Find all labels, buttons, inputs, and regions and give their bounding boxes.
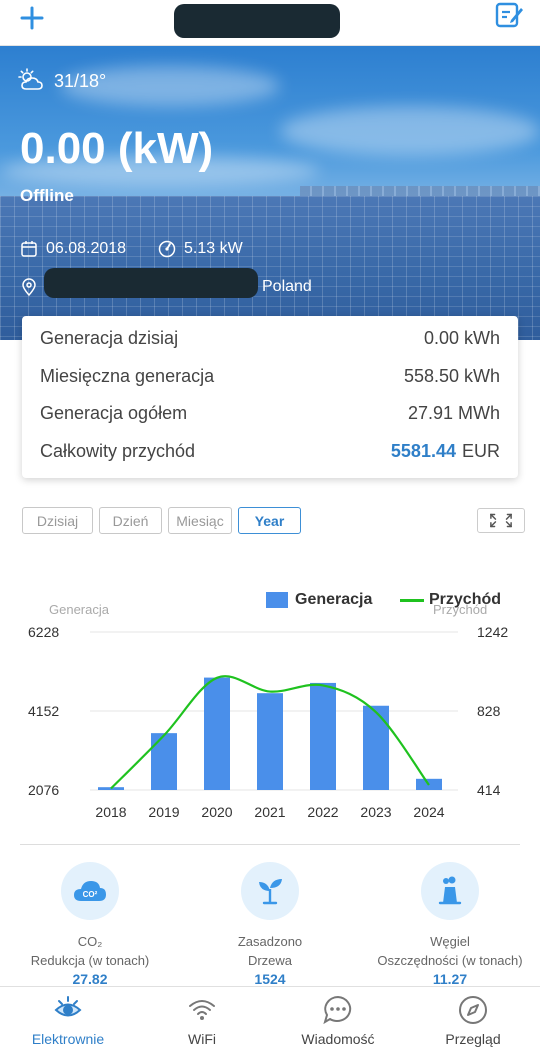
tab-today[interactable]: Dzisiaj [22, 507, 93, 534]
bar-2019 [151, 733, 177, 790]
location [20, 278, 38, 296]
redacted-address [44, 268, 258, 298]
tab-day[interactable]: Dzień [99, 507, 162, 534]
install-date-text: 06.08.2018 [46, 240, 127, 257]
country: Poland [262, 278, 312, 295]
location-pin-icon [22, 278, 36, 296]
eco-co2: CO² CO₂ Redukcja (w tonach) 27.82 [0, 862, 180, 988]
eco-trees: Zasadzono Drzewa 1524 [180, 862, 360, 988]
nav-label: Wiadomość [301, 1031, 375, 1047]
eco-coal: Węgiel Oszczędności (w tonach) 11.27 [360, 862, 540, 988]
message-icon [323, 995, 352, 1025]
fullscreen-icon[interactable] [477, 508, 525, 533]
summary-row-month: Miesięczna generacja 558.50 kWh [40, 358, 500, 396]
period-tabs: Dzisiaj Dzień Miesiąc Year [22, 507, 307, 534]
nav-label: Przegląd [445, 1031, 501, 1047]
nav-label: Elektrownie [31, 1031, 105, 1047]
compass-icon [459, 996, 487, 1024]
current-power: 0.00 (kW) [20, 124, 214, 173]
eco-label-line1: CO₂ [77, 934, 103, 949]
weather-temp: 31/18° [54, 70, 107, 91]
summary-row-revenue: Całkowity przychód 5581.44 EUR [40, 433, 500, 471]
installed-capacity-text: 5.13 kW [184, 240, 243, 257]
bottom-navigation: Elektrownie WiFi Wiadomość Przegląd [0, 986, 540, 1051]
power-plant-icon [438, 876, 462, 905]
installed-capacity: 5.13 kW [158, 240, 243, 258]
summary-label: Całkowity przychód [40, 440, 196, 461]
top-bar [0, 0, 540, 46]
generation-summary-card: Generacja dzisiaj 0.00 kWh Miesięczna ge… [22, 316, 518, 478]
eco-label-line1: Węgiel [430, 934, 470, 949]
partly-cloudy-icon [18, 68, 43, 90]
bar-2022 [310, 682, 336, 790]
summary-label: Generacja ogółem [40, 403, 188, 424]
trees-circle [241, 862, 299, 920]
eco-label-line2: Redukcja (w tonach) [30, 953, 150, 968]
eco-label-line2: Drzewa [247, 953, 293, 968]
y-tick-left: 4152 [28, 703, 59, 719]
revenue-value-group: 5581.44 EUR [391, 441, 500, 462]
nav-label: WiFi [188, 1031, 216, 1047]
svg-text:CO²: CO² [83, 890, 98, 899]
y-tick-right: 414 [477, 782, 501, 798]
wifi-icon [189, 1000, 215, 1020]
x-tick: 2024 [413, 804, 444, 820]
gauge-icon [158, 240, 176, 258]
x-tick: 2019 [148, 804, 179, 820]
summary-label: Miesięczna generacja [40, 365, 215, 386]
bar-2020 [204, 677, 230, 790]
x-tick: 2020 [201, 804, 232, 820]
plant-status: Offline [20, 186, 74, 205]
summary-row-total: Generacja ogółem 27.91 MWh [40, 395, 500, 433]
nav-overview[interactable]: Przegląd [418, 993, 528, 1047]
revenue-unit: EUR [461, 440, 500, 461]
nav-messages[interactable]: Wiadomość [283, 993, 393, 1047]
x-tick: 2021 [254, 804, 285, 820]
app-screen: 31/18° 0.00 (kW) Offline 06.08.2018 5.13… [0, 0, 540, 1051]
summary-value: 27.91 MWh [407, 403, 500, 424]
y-tick-right: 828 [477, 703, 501, 719]
eye-icon [54, 996, 82, 1017]
calendar-icon [21, 241, 37, 257]
eco-label-line1: Zasadzono [237, 934, 303, 949]
summary-label: Generacja dzisiaj [40, 328, 179, 349]
co2-cloud-icon: CO² [74, 881, 106, 901]
plus-icon[interactable] [18, 4, 46, 32]
coal-circle [421, 862, 479, 920]
revenue-value: 5581.44 [390, 440, 456, 461]
eco-label-line2: Oszczędności (w tonach) [377, 953, 523, 968]
bar-2023 [363, 705, 389, 790]
y-tick-right: 1242 [477, 624, 508, 640]
eco-label: CO₂ Redukcja (w tonach) [0, 932, 180, 970]
summary-value: 0.00 kWh [423, 328, 500, 349]
x-tick: 2022 [307, 804, 338, 820]
x-tick: 2018 [95, 804, 126, 820]
weather: 31/18° [18, 68, 106, 94]
edit-icon[interactable] [494, 0, 524, 30]
x-tick: 2023 [360, 804, 391, 820]
eco-label: Węgiel Oszczędności (w tonach) [360, 932, 540, 970]
hero-banner: 31/18° 0.00 (kW) Offline 06.08.2018 5.13… [0, 46, 540, 340]
eco-label: Zasadzono Drzewa [180, 932, 360, 970]
summary-row-today: Generacja dzisiaj 0.00 kWh [40, 320, 500, 358]
summary-value: 558.50 kWh [403, 365, 500, 386]
seedling-icon [259, 879, 282, 905]
bar-2021 [257, 693, 283, 790]
co2-circle: CO² [61, 862, 119, 920]
tab-month[interactable]: Miesiąc [168, 507, 232, 534]
redacted-plant-name [174, 4, 340, 38]
nav-wifi[interactable]: WiFi [147, 993, 257, 1047]
y-tick-left: 6228 [28, 624, 59, 640]
yearly-generation-chart: 6228 4152 2076 1242 828 414 2018 2019 2020 2021 20… [28, 624, 508, 820]
tab-year[interactable]: Year [238, 507, 301, 534]
nav-plants[interactable]: Elektrownie [13, 993, 123, 1047]
section-divider [20, 844, 520, 845]
install-date: 06.08.2018 [20, 240, 126, 258]
y-tick-left: 2076 [28, 782, 59, 798]
